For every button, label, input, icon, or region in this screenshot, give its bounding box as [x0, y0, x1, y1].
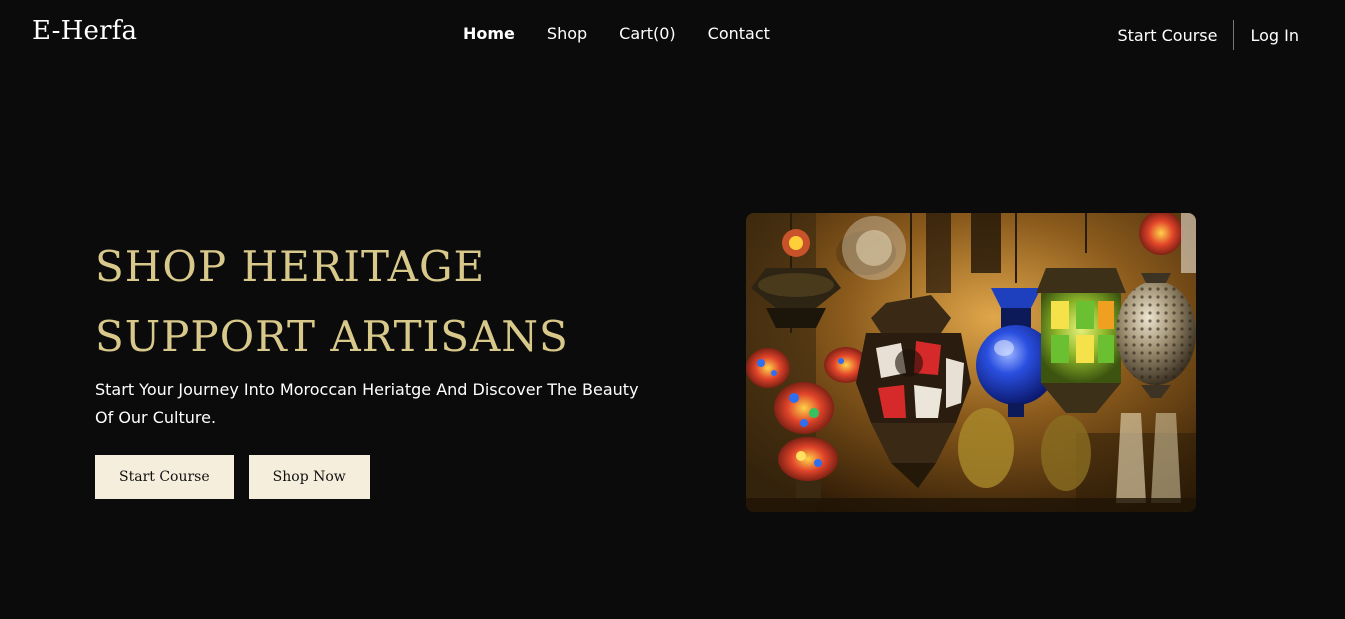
hero-title-line-1: SHOP HERITAGE: [95, 242, 486, 291]
hero-text: SHOP HERITAGE SUPPORT ARTISANS Start You…: [95, 232, 655, 432]
nav-link-shop[interactable]: Shop: [547, 24, 587, 43]
start-course-button[interactable]: Start Course: [95, 455, 234, 499]
hero-subtitle: Start Your Journey Into Moroccan Heriatg…: [95, 380, 639, 427]
brand-logo[interactable]: E-Herfa: [32, 16, 137, 46]
nav-actions: Start Course Log In: [1117, 20, 1299, 50]
top-navbar: E-Herfa Home Shop Cart(0) Contact Start …: [0, 0, 1345, 70]
nav-start-course-link[interactable]: Start Course: [1117, 26, 1217, 45]
shop-now-button[interactable]: Shop Now: [248, 455, 370, 499]
hero-title: SHOP HERITAGE SUPPORT ARTISANS: [95, 232, 655, 372]
hero-buttons: Start Course Shop Now: [95, 455, 370, 499]
nav-link-contact[interactable]: Contact: [708, 24, 770, 43]
hero-lanterns-image: [746, 213, 1196, 512]
nav-link-home[interactable]: Home: [463, 24, 515, 43]
nav-divider: [1233, 20, 1235, 50]
main-nav: Home Shop Cart(0) Contact: [463, 24, 770, 43]
hero-title-line-2: SUPPORT ARTISANS: [95, 312, 569, 361]
nav-login-link[interactable]: Log In: [1250, 26, 1299, 45]
nav-link-cart[interactable]: Cart(0): [619, 24, 676, 43]
